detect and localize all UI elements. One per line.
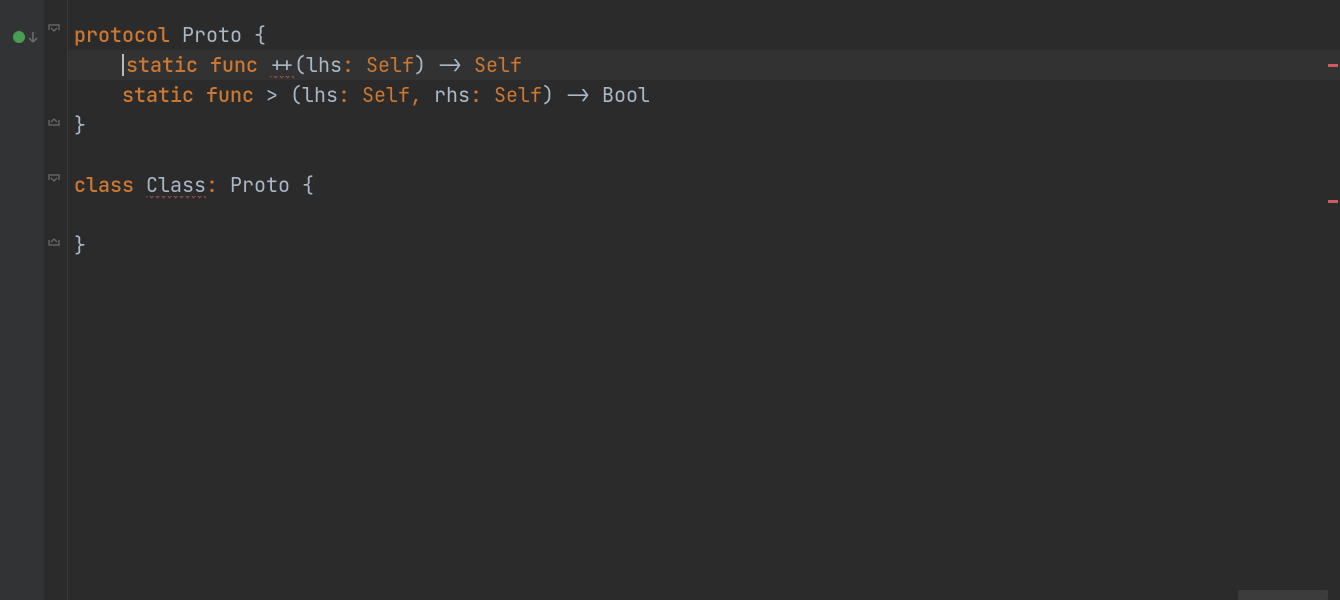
brace: } <box>74 232 86 258</box>
code-area[interactable]: protocol Proto { static func ++(lhs: Sel… <box>68 0 1340 600</box>
keyword: protocol <box>74 22 170 48</box>
code-line[interactable]: } <box>68 230 1340 260</box>
error-marker[interactable] <box>1328 200 1338 203</box>
type-self: Self <box>474 52 522 78</box>
type-self: Self <box>494 82 542 108</box>
code-line[interactable] <box>68 140 1340 170</box>
code-line-active[interactable]: static func ++(lhs: Self) -> Self <box>68 50 1340 80</box>
operator: > <box>266 82 278 108</box>
indent <box>74 52 122 78</box>
code-line[interactable]: } <box>68 110 1340 140</box>
keyword: func <box>206 82 254 108</box>
code-line[interactable]: class Class: Proto { <box>68 170 1340 200</box>
fold-gutter <box>44 0 68 600</box>
brace: } <box>74 112 86 138</box>
paren: ( <box>290 82 302 108</box>
circle-icon <box>13 31 25 43</box>
fold-open-icon[interactable] <box>48 174 60 186</box>
keyword: class <box>74 172 134 198</box>
paren: ) <box>542 82 554 108</box>
code-line[interactable] <box>68 200 1340 230</box>
code-editor: protocol Proto { static func ++(lhs: Sel… <box>0 0 1340 600</box>
error-marker[interactable] <box>1328 64 1338 67</box>
code-line[interactable]: protocol Proto { <box>68 20 1340 50</box>
fold-close-icon[interactable] <box>48 114 60 126</box>
param-label: lhs <box>302 82 338 108</box>
code-line[interactable]: static func > (lhs: Self, rhs: Self) -> … <box>68 80 1340 110</box>
arrow: -> <box>566 82 590 108</box>
type-name: Proto <box>182 22 242 48</box>
horizontal-scrollbar[interactable] <box>1238 590 1328 600</box>
colon: : <box>342 52 354 78</box>
param-label: lhs <box>306 52 342 78</box>
error-stripe <box>1326 0 1340 600</box>
operator: ++ <box>270 52 294 79</box>
colon: : <box>206 172 218 198</box>
comma: , <box>410 82 422 108</box>
type-bool: Bool <box>602 82 650 108</box>
down-arrow-icon[interactable] <box>28 30 38 51</box>
text-caret <box>122 54 124 76</box>
colon: : <box>338 82 350 108</box>
type-self: Self <box>362 82 410 108</box>
keyword: static <box>126 52 198 78</box>
brace: { <box>290 172 314 198</box>
indent <box>74 82 122 108</box>
colon: : <box>470 82 482 108</box>
brace: { <box>242 22 266 48</box>
keyword: static <box>122 82 194 108</box>
param-label: rhs <box>434 82 470 108</box>
fold-close-icon[interactable] <box>48 234 60 246</box>
run-gutter-icon[interactable] <box>12 30 26 44</box>
paren: ) <box>414 52 426 78</box>
fold-open-icon[interactable] <box>48 24 60 36</box>
paren: ( <box>294 52 306 78</box>
type-name: Proto <box>230 172 290 198</box>
keyword: func <box>210 52 258 78</box>
arrow: -> <box>438 52 462 78</box>
class-name: Class <box>146 172 206 199</box>
icon-gutter <box>0 0 44 600</box>
type-self: Self <box>366 52 414 78</box>
